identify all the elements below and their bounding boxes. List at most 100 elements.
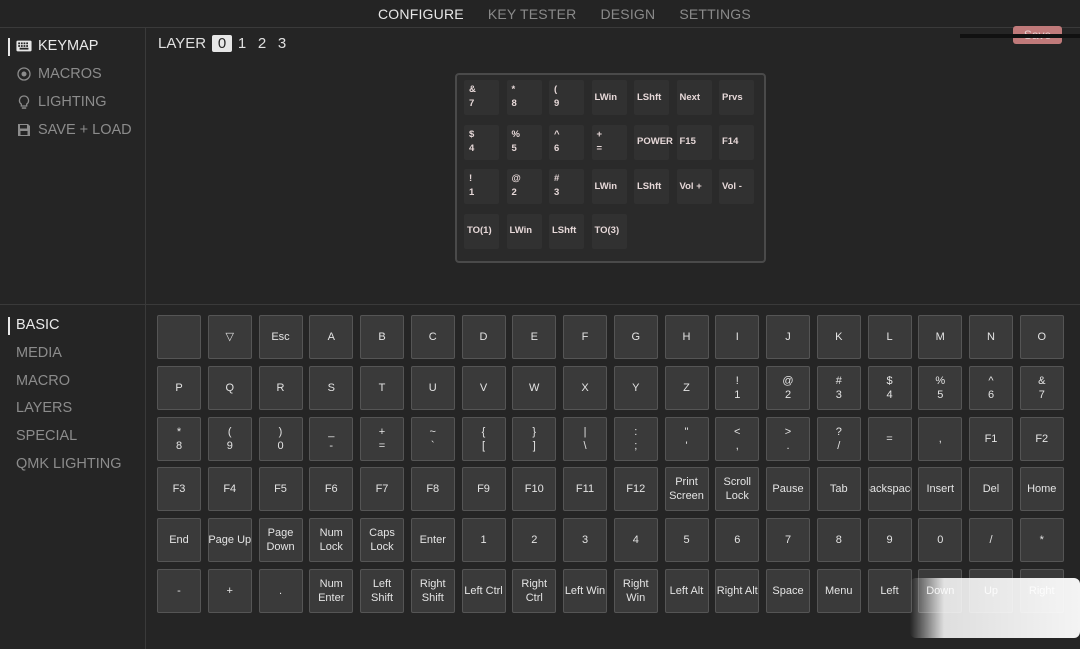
keycode-m[interactable]: M [918, 315, 963, 359]
sidebar-item-lighting[interactable]: LIGHTING [16, 94, 106, 110]
keycode-f7[interactable]: F7 [360, 467, 404, 512]
keycode-y[interactable]: Y [613, 365, 658, 410]
keycode-page-down[interactable]: Page Down [258, 518, 303, 563]
layout-key-lshft[interactable]: LShft [634, 169, 669, 204]
keycode-9[interactable]: 9 [867, 518, 912, 563]
keycode-blank[interactable]: | \ [563, 416, 607, 461]
keycode-a[interactable]: A [309, 315, 354, 359]
keycode-blank[interactable] [157, 315, 201, 359]
keycode-f9[interactable]: F9 [461, 467, 506, 512]
keycode-g[interactable]: G [613, 315, 658, 359]
keycode-blank[interactable]: . [258, 569, 303, 613]
keycode-blank[interactable]: _ - [309, 416, 354, 461]
layout-key-9[interactable]: (9 [549, 80, 584, 115]
keycode-7[interactable]: 7 [766, 518, 810, 563]
keycode-f5[interactable]: F5 [258, 467, 303, 512]
category-basic[interactable]: BASIC [16, 317, 60, 333]
keycode-blank[interactable]: {[ [461, 416, 506, 461]
layer-3-button[interactable]: 3 [272, 35, 292, 52]
keycode-f4[interactable]: F4 [207, 467, 252, 512]
keycode-7[interactable]: & 7 [1019, 365, 1064, 410]
keycode-8[interactable]: 8 [816, 518, 861, 563]
keycode-f3[interactable]: F3 [157, 467, 201, 512]
keycode-f11[interactable]: F11 [563, 467, 607, 512]
keycode-8[interactable]: * 8 [157, 416, 201, 461]
keycode-blank[interactable]: = [867, 416, 912, 461]
layout-key-next[interactable]: Next [676, 80, 712, 115]
layer-1-button[interactable]: 1 [232, 35, 252, 52]
keycode-1[interactable]: ! 1 [715, 365, 760, 410]
keycode-space[interactable]: Space [766, 569, 810, 613]
keycode-blank[interactable]: * [1019, 518, 1064, 563]
layout-key-7[interactable]: & 7 [464, 80, 499, 115]
keycode-esc[interactable]: Esc [258, 315, 303, 359]
tab-key-tester[interactable]: KEY TESTER [488, 6, 577, 22]
keycode-i[interactable]: I [715, 315, 760, 359]
keycode-blank[interactable]: >. [766, 416, 810, 461]
layout-key-prvs[interactable]: Prvs [719, 80, 754, 115]
keycode-6[interactable]: 6 [715, 518, 760, 563]
keycode-blank[interactable]: <, [715, 416, 760, 461]
keycode-o[interactable]: O [1019, 315, 1064, 359]
layer-2-button[interactable]: 2 [252, 35, 272, 52]
keycode-pause[interactable]: Pause [766, 467, 810, 512]
keycode-f2[interactable]: F2 [1019, 416, 1064, 461]
keycode-left-win[interactable]: Left Win [563, 569, 607, 613]
keycode-v[interactable]: V [461, 365, 506, 410]
keycode-l[interactable]: L [867, 315, 912, 359]
keycode-f6[interactable]: F6 [309, 467, 354, 512]
category-special[interactable]: SPECIAL [16, 428, 77, 444]
keycode-blank[interactable]: }] [512, 416, 557, 461]
keycode-f1[interactable]: F1 [969, 416, 1013, 461]
keycode-tab[interactable]: Tab [816, 467, 861, 512]
keycode-blank[interactable]: + [207, 569, 252, 613]
keycode-2[interactable]: 2 [512, 518, 557, 563]
layout-key-vol[interactable]: Vol + [676, 169, 712, 204]
keycode-5[interactable]: % 5 [918, 365, 963, 410]
keycode-end[interactable]: End [157, 518, 201, 563]
keycode-3[interactable]: #3 [816, 365, 861, 410]
keycode-left-ctrl[interactable]: Left Ctrl [461, 569, 506, 613]
layout-key-lwin[interactable]: LWin [591, 169, 627, 204]
layout-key-lwin[interactable]: LWin [506, 213, 542, 249]
keycode-p[interactable]: P [157, 365, 201, 410]
keycode-x[interactable]: X [563, 365, 607, 410]
keycode-j[interactable]: J [766, 315, 810, 359]
sidebar-item-save-load[interactable]: SAVE + LOAD [16, 122, 132, 138]
keycode-w[interactable]: W [512, 365, 557, 410]
layout-key-4[interactable]: $4 [464, 124, 499, 160]
keycode-f8[interactable]: F8 [410, 467, 455, 512]
keycode-blank[interactable]: - [157, 569, 201, 613]
keycode-insert[interactable]: Insert [918, 467, 963, 512]
layout-key-f14[interactable]: F14 [719, 124, 754, 160]
keycode-right-ctrl[interactable]: Right Ctrl [512, 569, 557, 613]
layout-key-lshft[interactable]: LShft [634, 80, 669, 115]
layout-key-5[interactable]: % 5 [506, 124, 542, 160]
keycode-n[interactable]: N [969, 315, 1013, 359]
keycode-num-enter[interactable]: Num Enter [309, 569, 354, 613]
layout-key-2[interactable]: @2 [506, 169, 542, 204]
layout-key-power[interactable]: POWER [634, 124, 673, 160]
layer-0-button[interactable]: 0 [212, 35, 233, 52]
layout-key-3[interactable]: #3 [549, 169, 584, 204]
sidebar-item-macros[interactable]: MACROS [16, 66, 102, 82]
layout-key-8[interactable]: * 8 [506, 80, 542, 115]
tab-configure[interactable]: CONFIGURE [378, 6, 464, 22]
keycode-r[interactable]: R [258, 365, 303, 410]
keycode-1[interactable]: 1 [461, 518, 506, 563]
layout-key-1[interactable]: ! 1 [464, 169, 499, 204]
keycode-2[interactable]: @2 [766, 365, 810, 410]
category-media[interactable]: MEDIA [16, 345, 62, 361]
keycode-f10[interactable]: F10 [512, 467, 557, 512]
keycode-9[interactable]: (9 [207, 416, 252, 461]
keycode-u[interactable]: U [410, 365, 455, 410]
keycode-3[interactable]: 3 [563, 518, 607, 563]
category-layers[interactable]: LAYERS [16, 400, 72, 416]
keycode-4[interactable]: $4 [867, 365, 912, 410]
keycode-right-win[interactable]: Right Win [613, 569, 658, 613]
category-qmk-lighting[interactable]: QMK LIGHTING [16, 456, 122, 472]
layout-key-f15[interactable]: F15 [676, 124, 712, 160]
keycode-4[interactable]: 4 [613, 518, 658, 563]
keycode-scroll-lock[interactable]: Scroll Lock [715, 467, 760, 512]
keycode-q[interactable]: Q [207, 365, 252, 410]
